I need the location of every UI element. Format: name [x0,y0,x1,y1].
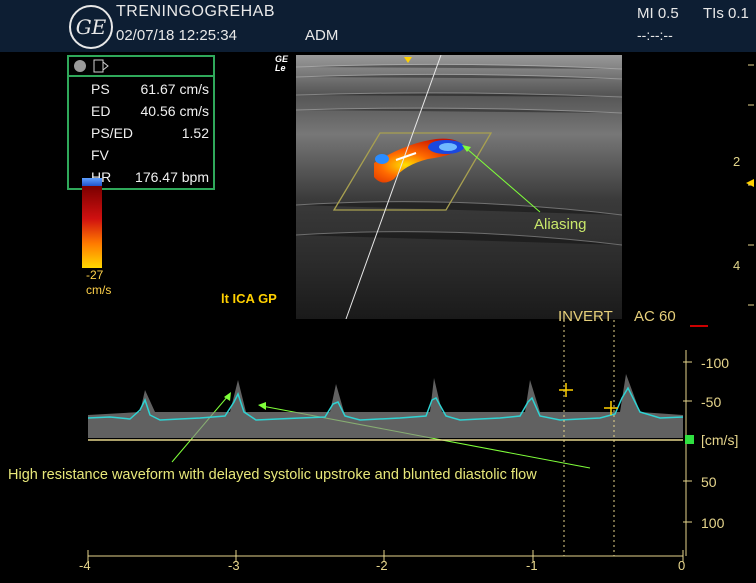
velocity-ruler [683,350,692,556]
baseline-marker [685,435,694,444]
spectral-envelope [88,374,683,438]
time-tick: -3 [228,558,240,573]
time-tick: -1 [526,558,538,573]
time-tick: 0 [678,558,686,573]
time-tick: -4 [79,558,91,573]
velocity-unit: [cm/s] [701,432,739,448]
velocity-tick: -100 [701,355,730,371]
aliasing-label: Aliasing [534,216,587,233]
time-tick: -2 [376,558,388,573]
velocity-tick: 100 [701,515,725,531]
velocity-tick: 50 [701,474,717,490]
velocity-tick: -50 [701,394,722,410]
spectral-doppler [87,320,708,562]
waveform-caption: High resistance waveform with delayed sy… [8,467,537,483]
